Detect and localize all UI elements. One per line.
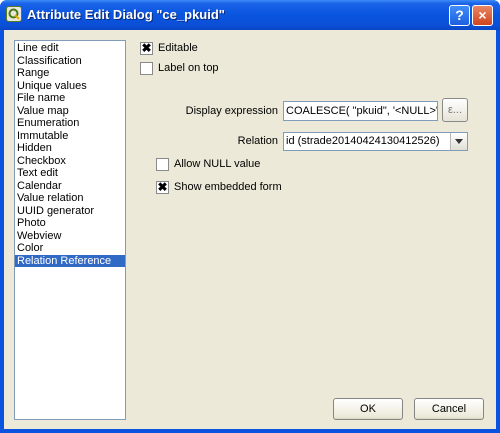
window-title: Attribute Edit Dialog "ce_pkuid" bbox=[27, 7, 225, 22]
list-item[interactable]: Classification bbox=[15, 55, 125, 68]
label-on-top-checkbox[interactable] bbox=[140, 62, 153, 75]
list-item[interactable]: Color bbox=[15, 242, 125, 255]
dialog-client-area: Line edit Classification Range Unique value… bbox=[4, 30, 496, 429]
list-item[interactable]: Range bbox=[15, 67, 125, 80]
close-icon: × bbox=[478, 7, 487, 23]
check-mark-icon: ✖ bbox=[141, 41, 152, 55]
allow-null-checkbox[interactable] bbox=[156, 158, 169, 171]
relation-select-value: id (strade20140424130412526) bbox=[286, 135, 440, 147]
display-expression-input[interactable]: COALESCE( "pkuid", '<NULL>' ) bbox=[283, 101, 438, 121]
title-bar[interactable]: Attribute Edit Dialog "ce_pkuid" ? × bbox=[0, 0, 500, 30]
label-on-top-label: Label on top bbox=[158, 62, 219, 74]
help-button[interactable]: ? bbox=[449, 5, 470, 26]
qgis-app-icon bbox=[6, 6, 22, 22]
show-embedded-form-checkbox[interactable]: ✖ bbox=[156, 180, 169, 194]
editable-label: Editable bbox=[158, 42, 198, 54]
display-expression-label: Display expression bbox=[185, 105, 278, 117]
chevron-down-icon bbox=[455, 139, 463, 144]
help-icon: ? bbox=[455, 7, 464, 23]
editable-checkbox[interactable]: ✖ bbox=[140, 41, 153, 55]
list-item[interactable]: Immutable bbox=[15, 130, 125, 143]
list-item[interactable]: Enumeration bbox=[15, 117, 125, 130]
expression-builder-button[interactable]: ε... bbox=[442, 98, 468, 122]
list-item[interactable]: Value relation bbox=[15, 192, 125, 205]
relation-label: Relation bbox=[237, 135, 278, 147]
list-item[interactable]: UUID generator bbox=[15, 205, 125, 218]
relation-select[interactable]: id (strade20140424130412526) bbox=[283, 132, 468, 151]
list-item[interactable]: Unique values bbox=[15, 80, 125, 93]
widget-type-list[interactable]: Line edit Classification Range Unique value… bbox=[14, 40, 126, 420]
cancel-button[interactable]: Cancel bbox=[414, 398, 484, 420]
list-item[interactable]: Calendar bbox=[15, 180, 125, 193]
dialog-window: Attribute Edit Dialog "ce_pkuid" ? × Lin… bbox=[0, 0, 500, 433]
list-item[interactable]: Text edit bbox=[15, 167, 125, 180]
list-item[interactable]: Relation Reference bbox=[15, 254, 125, 267]
ok-button[interactable]: OK bbox=[333, 398, 403, 420]
show-embedded-form-label: Show embedded form bbox=[174, 181, 282, 193]
dropdown-button[interactable] bbox=[450, 133, 467, 150]
list-item[interactable]: Checkbox bbox=[15, 155, 125, 168]
list-item[interactable]: Line edit bbox=[15, 42, 125, 55]
list-item[interactable]: Value map bbox=[15, 105, 125, 118]
list-item[interactable]: Photo bbox=[15, 217, 125, 230]
close-button[interactable]: × bbox=[472, 5, 493, 26]
list-item[interactable]: Webview bbox=[15, 230, 125, 243]
check-mark-icon: ✖ bbox=[157, 180, 168, 194]
allow-null-label: Allow NULL value bbox=[174, 158, 261, 170]
list-item[interactable]: File name bbox=[15, 92, 125, 105]
list-item[interactable]: Hidden bbox=[15, 142, 125, 155]
